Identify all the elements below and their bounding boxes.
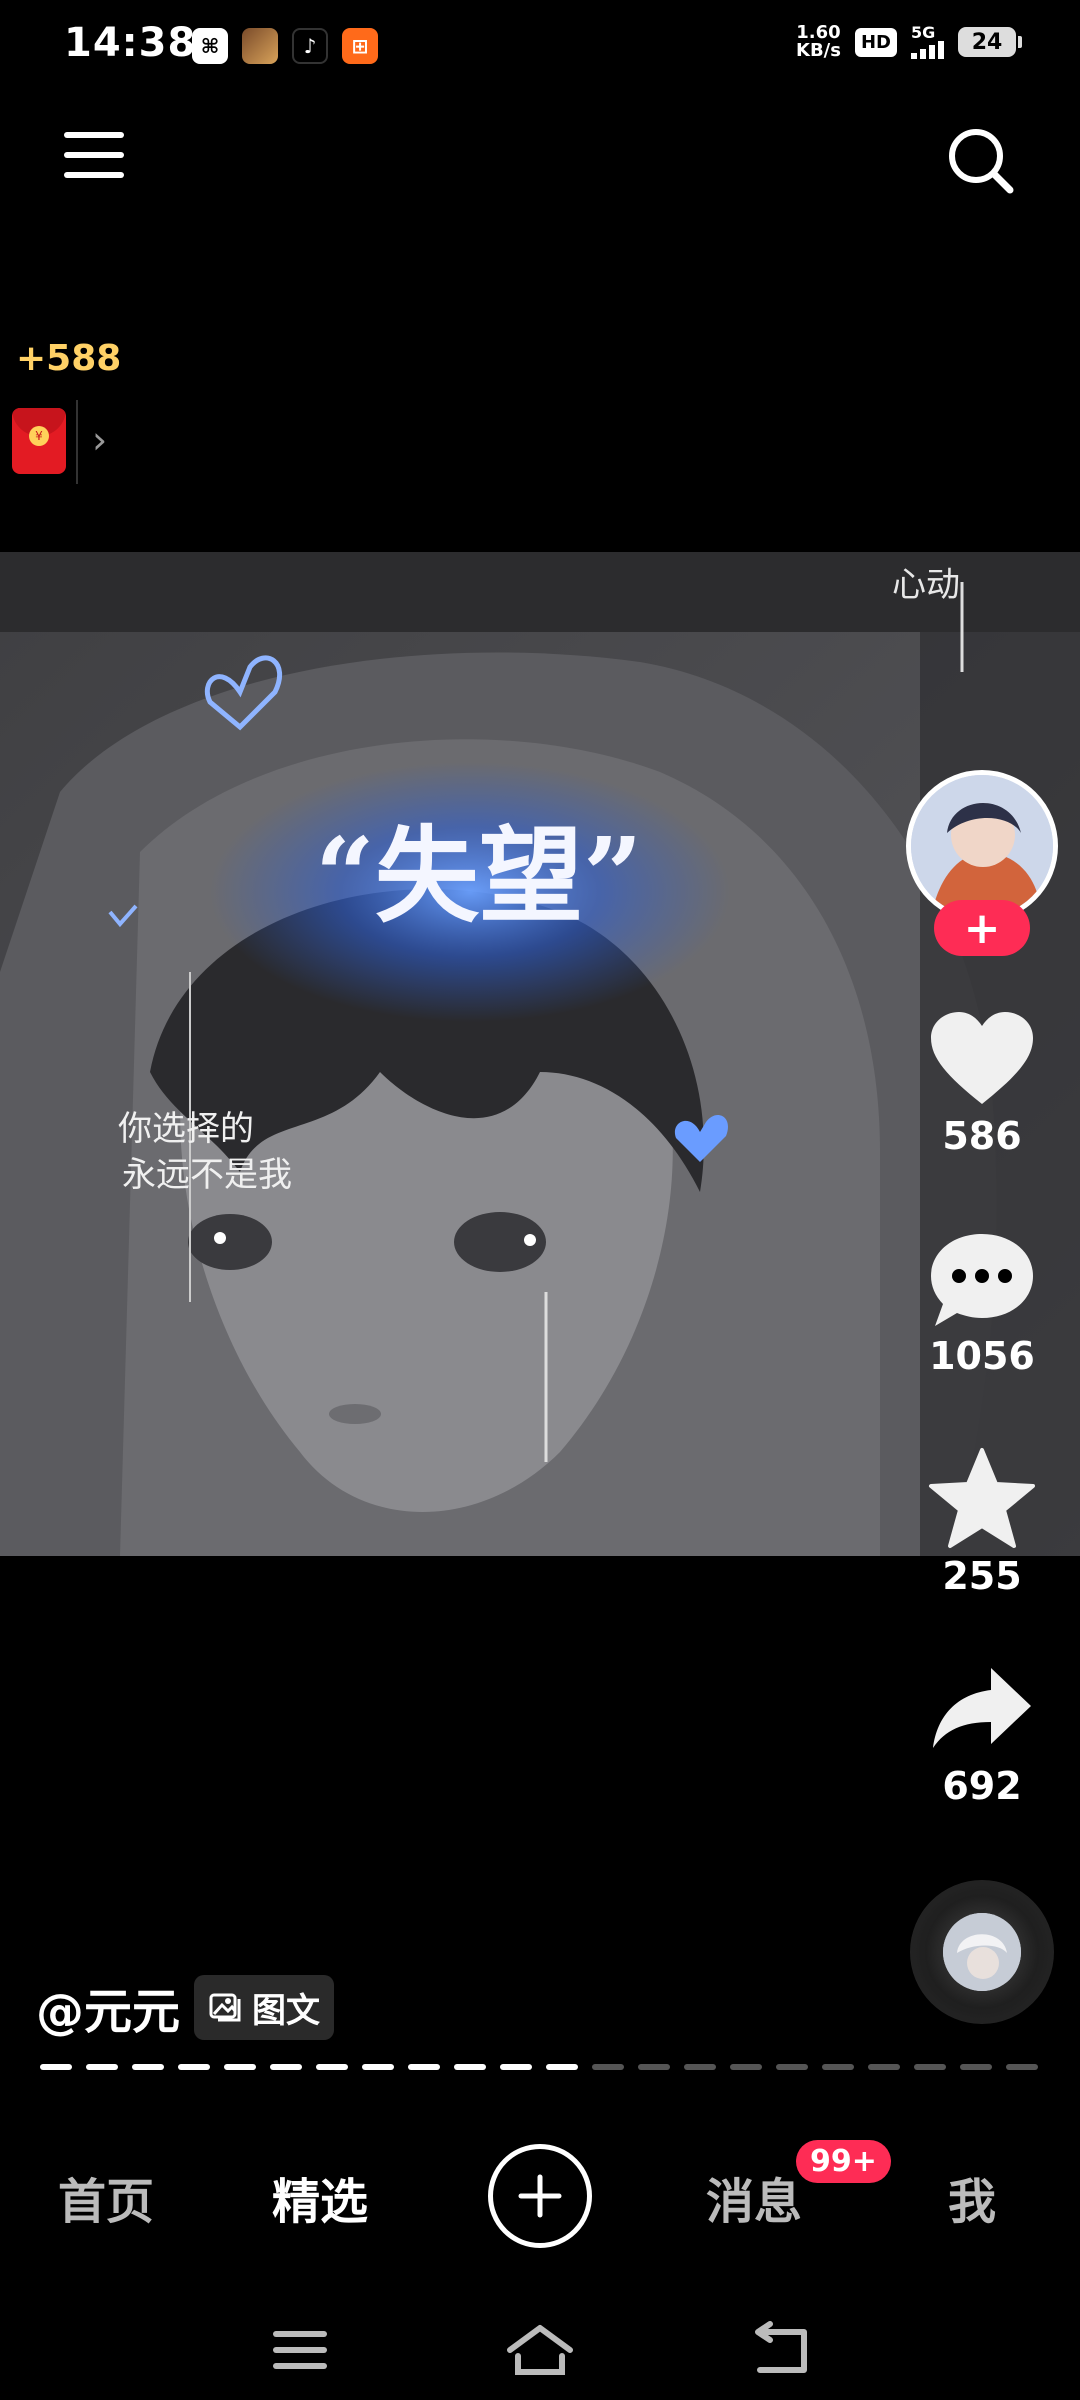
slide-progress <box>40 2064 1038 2070</box>
slide-indicator <box>822 2064 854 2070</box>
music-disc-icon[interactable] <box>910 1880 1054 2024</box>
share-action[interactable]: 692 <box>904 1660 1060 1808</box>
slide-indicator <box>546 2064 578 2070</box>
slide-indicator <box>638 2064 670 2070</box>
hd-icon: HD <box>854 27 897 57</box>
chevron-right-icon[interactable]: › <box>92 418 107 462</box>
post-type-tag: 图文 <box>194 1974 335 2040</box>
image-caption-line1: 你选择的 <box>118 1109 254 1149</box>
image-post-icon <box>209 1993 241 2022</box>
slide-indicator <box>40 2064 72 2070</box>
follow-button[interactable]: + <box>934 900 1030 956</box>
menu-icon[interactable] <box>64 132 124 192</box>
slide-indicator <box>730 2064 762 2070</box>
battery-icon: 24 <box>958 27 1022 57</box>
tab-featured[interactable]: 精选 <box>272 2162 368 2232</box>
share-icon <box>933 1668 1031 1748</box>
slide-indicator <box>960 2064 992 2070</box>
slide-indicator <box>86 2064 118 2070</box>
star-icon <box>929 1448 1035 1548</box>
tab-messages[interactable]: 消息 <box>706 2162 802 2232</box>
author-row: @元元 图文 <box>36 1972 335 2042</box>
game-notification-icon <box>242 28 278 64</box>
notification-icons: ⌘ ♪ ⊞ <box>192 28 378 64</box>
tiktok-notification-icon: ♪ <box>292 28 328 64</box>
back-icon[interactable] <box>740 2320 820 2380</box>
home-icon[interactable] <box>500 2320 580 2380</box>
tab-me[interactable]: 我 <box>948 2162 996 2232</box>
slide-indicator <box>776 2064 808 2070</box>
slide-indicator <box>914 2064 946 2070</box>
slide-indicator <box>500 2064 532 2070</box>
signal-icon: 5G <box>911 25 944 59</box>
comment-count: 1056 <box>929 1334 1035 1378</box>
image-corner-text: 心动 <box>892 565 960 605</box>
favorite-action[interactable]: 255 <box>904 1446 1060 1598</box>
slide-indicator <box>362 2064 394 2070</box>
like-count: 586 <box>942 1114 1022 1158</box>
slide-indicator <box>224 2064 256 2070</box>
slide-indicator <box>592 2064 624 2070</box>
divider <box>76 400 78 484</box>
status-bar: 14:38 ⌘ ♪ ⊞ 1.60 KB/s HD 5G 24 <box>0 0 1080 90</box>
comment-action[interactable]: 1056 <box>904 1230 1060 1378</box>
slide-indicator <box>316 2064 348 2070</box>
store-notification-icon: ⊞ <box>342 28 378 64</box>
recent-apps-icon[interactable] <box>260 2320 340 2380</box>
system-navigation-bar <box>0 2300 1080 2400</box>
share-count: 692 <box>942 1764 1022 1808</box>
status-time: 14:38 <box>64 20 197 66</box>
slide-indicator <box>132 2064 164 2070</box>
slide-indicator <box>684 2064 716 2070</box>
network-speed: 1.60 KB/s <box>796 22 841 61</box>
bottom-tab-bar: 首页 精选 消息 99+ 我 <box>0 2140 1080 2250</box>
slide-indicator <box>868 2064 900 2070</box>
heart-icon <box>931 1012 1033 1104</box>
slide-indicator <box>454 2064 486 2070</box>
image-title-text: “失望” <box>315 814 643 937</box>
plus-icon <box>518 2174 562 2218</box>
messages-badge: 99+ <box>796 2140 891 2183</box>
tab-home[interactable]: 首页 <box>58 2162 154 2232</box>
slide-indicator <box>178 2064 210 2070</box>
favorite-count: 255 <box>942 1554 1022 1598</box>
comment-icon <box>931 1234 1033 1326</box>
search-icon[interactable] <box>946 126 1016 196</box>
slide-indicator <box>270 2064 302 2070</box>
system-indicators: 1.60 KB/s HD 5G 24 <box>796 22 1022 61</box>
app-notification-icon: ⌘ <box>192 28 228 64</box>
image-caption-line2: 永远不是我 <box>122 1155 292 1195</box>
slide-indicator <box>408 2064 440 2070</box>
post-type-label: 图文 <box>252 1990 321 2031</box>
red-packet-icon[interactable]: ¥ <box>12 408 66 474</box>
like-action[interactable]: 586 <box>904 1010 1060 1158</box>
author-name[interactable]: @元元 <box>36 1972 180 2042</box>
reward-amount: +588 <box>16 338 122 379</box>
create-button[interactable] <box>488 2144 592 2248</box>
slide-indicator <box>1006 2064 1038 2070</box>
